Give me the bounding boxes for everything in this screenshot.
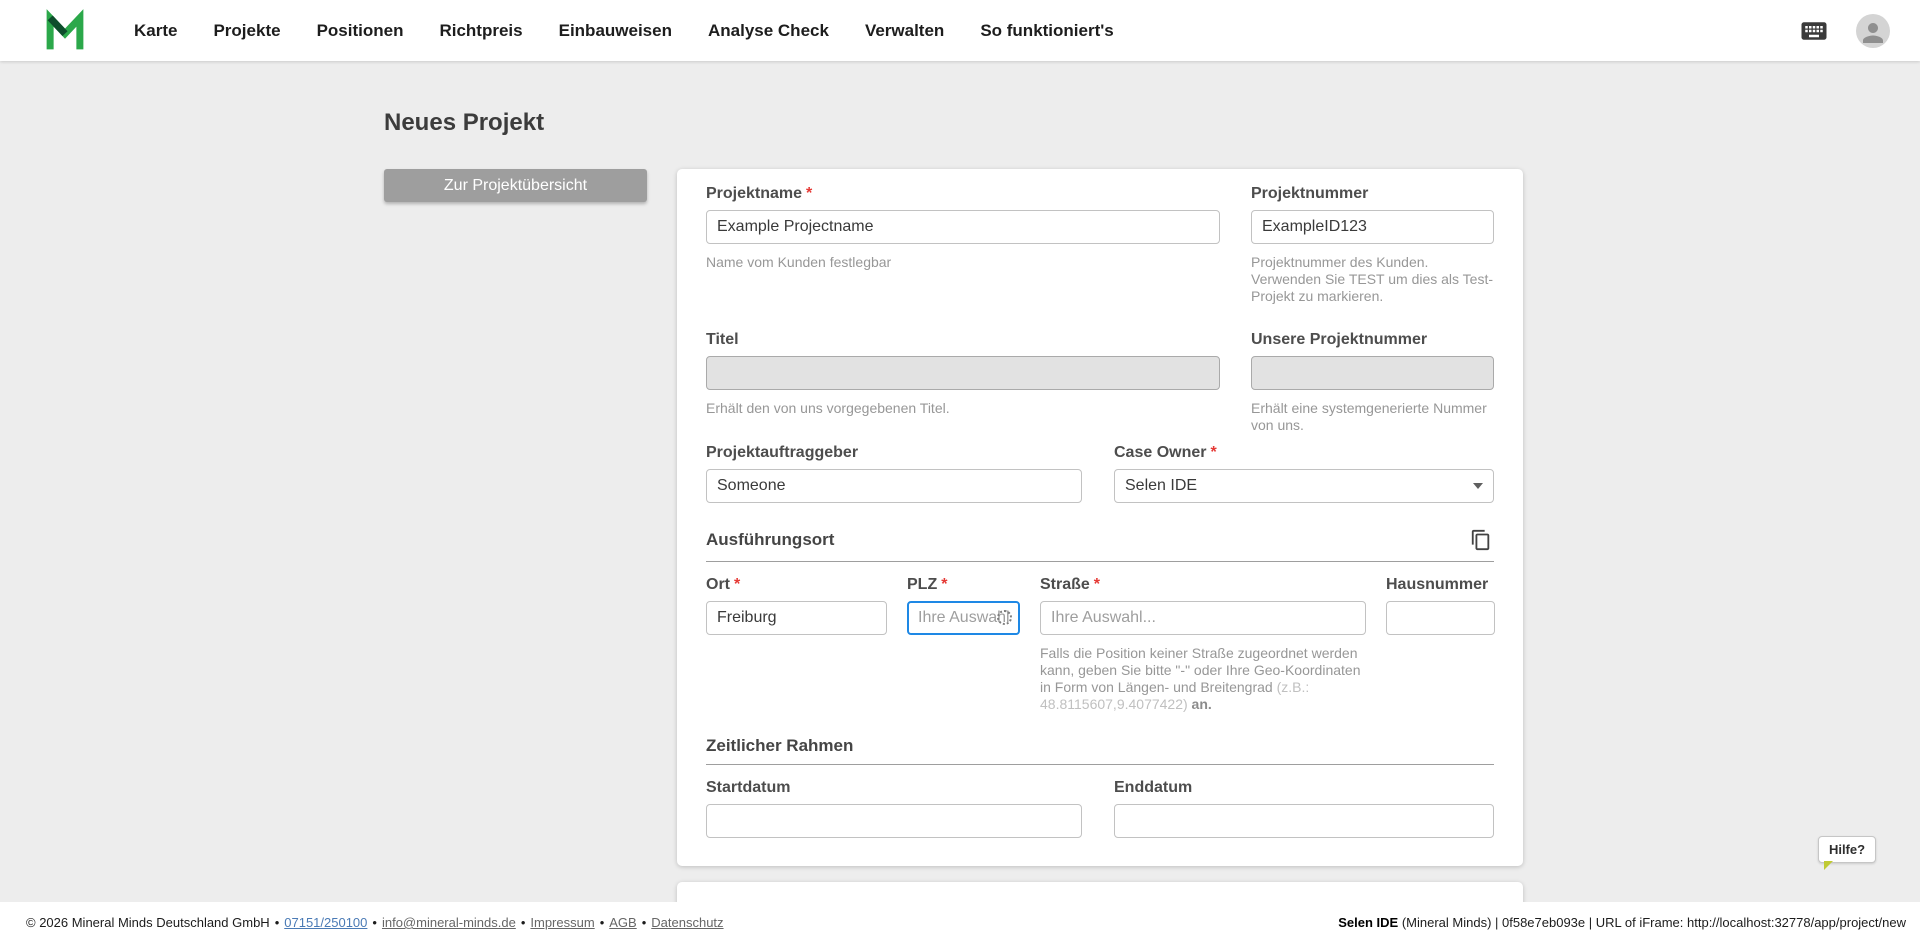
field-enddatum: Enddatum <box>1114 779 1494 838</box>
form-row-address: Ort* PLZ* Straße* Hausnummer Falls die P… <box>706 576 1495 713</box>
loading-spinner-icon <box>997 610 1012 625</box>
footer-session-details: (Mineral Minds) | 0f58e7eb093e | URL of … <box>1398 915 1906 930</box>
page-title: Neues Projekt <box>384 109 545 136</box>
form-row-dates: Startdatum Enddatum <box>706 779 1494 838</box>
help-button[interactable]: Hilfe? <box>1818 836 1876 870</box>
projektauftraggeber-input[interactable] <box>706 469 1082 503</box>
ausfuehrungsort-title: Ausführungsort <box>706 530 835 549</box>
field-ort: Ort * <box>706 576 887 635</box>
next-form-card-partial <box>677 882 1523 902</box>
nav-right-actions <box>1798 13 1890 48</box>
avatar-icon[interactable] <box>1856 13 1890 48</box>
keyboard-icon[interactable] <box>1798 15 1830 47</box>
footer-session-info: Selen IDE (Mineral Minds) | 0f58e7eb093e… <box>1338 915 1906 930</box>
zeitlicher-rahmen-title: Zeitlicher Rahmen <box>706 736 854 755</box>
section-zeitlicher-rahmen: Zeitlicher Rahmen <box>706 736 1494 765</box>
titel-label: Titel <box>706 331 739 348</box>
mineral-minds-logo-icon <box>46 8 84 49</box>
field-unsere-projektnummer: Unsere Projektnummer Erhält eine systemg… <box>1251 331 1494 434</box>
projektname-helper: Name vom Kunden festlegbar <box>706 254 892 270</box>
projektnummer-helper: Projektnummer des Kunden. Verwenden Sie … <box>1251 254 1494 304</box>
startdatum-input[interactable] <box>706 804 1082 838</box>
projektauftraggeber-label: Projektauftraggeber <box>706 444 859 461</box>
case-owner-label: Case Owner * <box>1114 444 1217 461</box>
field-plz: PLZ * <box>907 576 1020 635</box>
chevron-down-icon <box>1473 483 1483 489</box>
projektname-label: Projektname * <box>706 185 813 202</box>
nav-item-richtpreis[interactable]: Richtpreis <box>439 21 522 41</box>
required-asterisk: * <box>1210 444 1217 461</box>
strasse-helper: Falls die Position keiner Straße zugeord… <box>1040 645 1361 712</box>
nav-item-karte[interactable]: Karte <box>134 21 177 41</box>
footer-user: Selen IDE <box>1338 915 1399 930</box>
field-startdatum: Startdatum <box>706 779 1082 838</box>
projektname-input[interactable] <box>706 210 1220 244</box>
field-projektname: Projektname* Name vom Kunden festlegbar <box>706 185 1220 305</box>
footer-email-link[interactable]: info@mineral-minds.de <box>382 915 516 930</box>
footer-datenschutz-link[interactable]: Datenschutz <box>651 915 723 930</box>
ort-label: Ort * <box>706 576 741 593</box>
help-label: Hilfe? <box>1828 842 1866 857</box>
field-projektnummer: Projektnummer Projektnummer des Kunden. … <box>1251 185 1494 305</box>
required-asterisk: * <box>734 576 741 593</box>
plz-label: PLZ * <box>907 576 948 593</box>
form-row-auftraggeber-owner: Projektauftraggeber Case Owner* Selen ID… <box>706 444 1494 503</box>
footer-phone-link[interactable]: 07151/250100 <box>284 915 367 930</box>
nav-item-positionen[interactable]: Positionen <box>317 21 404 41</box>
strasse-input[interactable] <box>1040 601 1366 635</box>
required-asterisk: * <box>806 185 813 202</box>
required-asterisk: * <box>941 576 948 593</box>
nav-item-analyse-check[interactable]: Analyse Check <box>708 21 829 41</box>
case-owner-select[interactable]: Selen IDE <box>1114 469 1494 503</box>
nav-item-einbauweisen[interactable]: Einbauweisen <box>559 21 672 41</box>
field-case-owner: Case Owner * Selen IDE <box>1114 444 1494 503</box>
nav-item-projekte[interactable]: Projekte <box>213 21 280 41</box>
enddatum-label: Enddatum <box>1114 779 1193 796</box>
projektnummer-label: Projektnummer <box>1251 185 1369 202</box>
unsere-projektnummer-label: Unsere Projektnummer <box>1251 331 1428 348</box>
unsere-projektnummer-helper: Erhält eine systemgenerierte Nummer von … <box>1251 400 1487 433</box>
top-nav: Karte Projekte Positionen Richtpreis Ein… <box>0 0 1920 61</box>
field-hausnummer: Hausnummer <box>1386 576 1495 635</box>
footer-agb-link[interactable]: AGB <box>609 915 636 930</box>
field-titel: Titel Erhält den von uns vorgegebenen Ti… <box>706 331 1220 434</box>
hausnummer-input[interactable] <box>1386 601 1495 635</box>
field-strasse: Straße * <box>1040 576 1366 635</box>
strasse-label: Straße * <box>1040 576 1101 593</box>
nav-item-so-funktionierts[interactable]: So funktioniert's <box>980 21 1113 41</box>
startdatum-label: Startdatum <box>706 779 791 796</box>
form-row-name-number: Projektname* Name vom Kunden festlegbar … <box>706 185 1494 305</box>
logo[interactable] <box>44 8 86 53</box>
back-to-project-overview-button[interactable]: Zur Projektübersicht <box>384 169 647 202</box>
footer: © 2026 Mineral Minds Deutschland GmbH • 07… <box>0 902 1920 943</box>
titel-input <box>706 356 1220 390</box>
copy-icon[interactable] <box>1468 527 1494 553</box>
field-projektauftraggeber: Projektauftraggeber <box>706 444 1082 503</box>
hausnummer-label: Hausnummer <box>1386 576 1489 593</box>
footer-copyright: © 2026 Mineral Minds Deutschland GmbH <box>26 915 270 930</box>
ort-input[interactable] <box>706 601 887 635</box>
required-asterisk: * <box>1093 576 1101 593</box>
section-ausfuehrungsort: Ausführungsort <box>706 527 1494 562</box>
main-content: Neues Projekt Zur Projektübersicht Proje… <box>0 61 1920 902</box>
titel-helper: Erhält den von uns vorgegebenen Titel. <box>706 400 950 416</box>
unsere-projektnummer-input <box>1251 356 1494 390</box>
footer-left: © 2026 Mineral Minds Deutschland GmbH • 07… <box>26 915 724 930</box>
projektnummer-input[interactable] <box>1251 210 1494 244</box>
nav-menu: Karte Projekte Positionen Richtpreis Ein… <box>134 21 1114 41</box>
footer-impressum-link[interactable]: Impressum <box>530 915 594 930</box>
nav-item-verwalten[interactable]: Verwalten <box>865 21 944 41</box>
enddatum-input[interactable] <box>1114 804 1494 838</box>
new-project-form-card: Projektname* Name vom Kunden festlegbar … <box>677 169 1523 866</box>
form-row-titel-unsere: Titel Erhält den von uns vorgegebenen Ti… <box>706 331 1494 434</box>
case-owner-value: Selen IDE <box>1125 477 1198 494</box>
